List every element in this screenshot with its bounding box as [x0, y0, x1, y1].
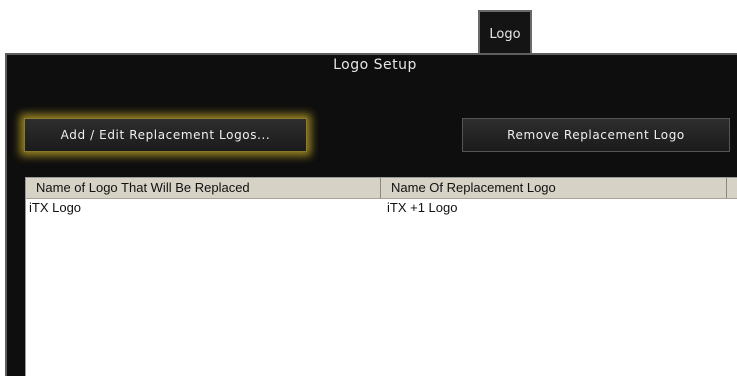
- logo-replacement-table[interactable]: Name of Logo That Will Be Replaced Name …: [25, 177, 737, 376]
- add-edit-button-label: Add / Edit Replacement Logos...: [60, 128, 271, 142]
- remove-button-label: Remove Replacement Logo: [507, 128, 685, 142]
- logo-setup-panel: Logo Setup Add / Edit Replacement Logos.…: [5, 53, 737, 376]
- column-header-filler: [727, 178, 737, 198]
- column-header-replacement-logo[interactable]: Name Of Replacement Logo: [381, 178, 727, 198]
- cell-replacement-logo: iTX +1 Logo: [387, 200, 458, 215]
- tab-logo[interactable]: Logo: [478, 10, 532, 53]
- table-header: Name of Logo That Will Be Replaced Name …: [26, 178, 737, 199]
- table-row[interactable]: iTX Logo iTX +1 Logo: [26, 199, 737, 217]
- panel-title: Logo Setup: [333, 57, 417, 73]
- tab-logo-label: Logo: [489, 27, 521, 42]
- logo-setup-window: Logo Logo Setup Add / Edit Replacement L…: [0, 0, 737, 376]
- cell-original-logo: iTX Logo: [29, 200, 82, 215]
- column-header-original-logo[interactable]: Name of Logo That Will Be Replaced: [26, 178, 381, 198]
- remove-replacement-logo-button[interactable]: Remove Replacement Logo: [462, 118, 730, 152]
- add-edit-replacement-logos-button[interactable]: Add / Edit Replacement Logos...: [24, 118, 307, 152]
